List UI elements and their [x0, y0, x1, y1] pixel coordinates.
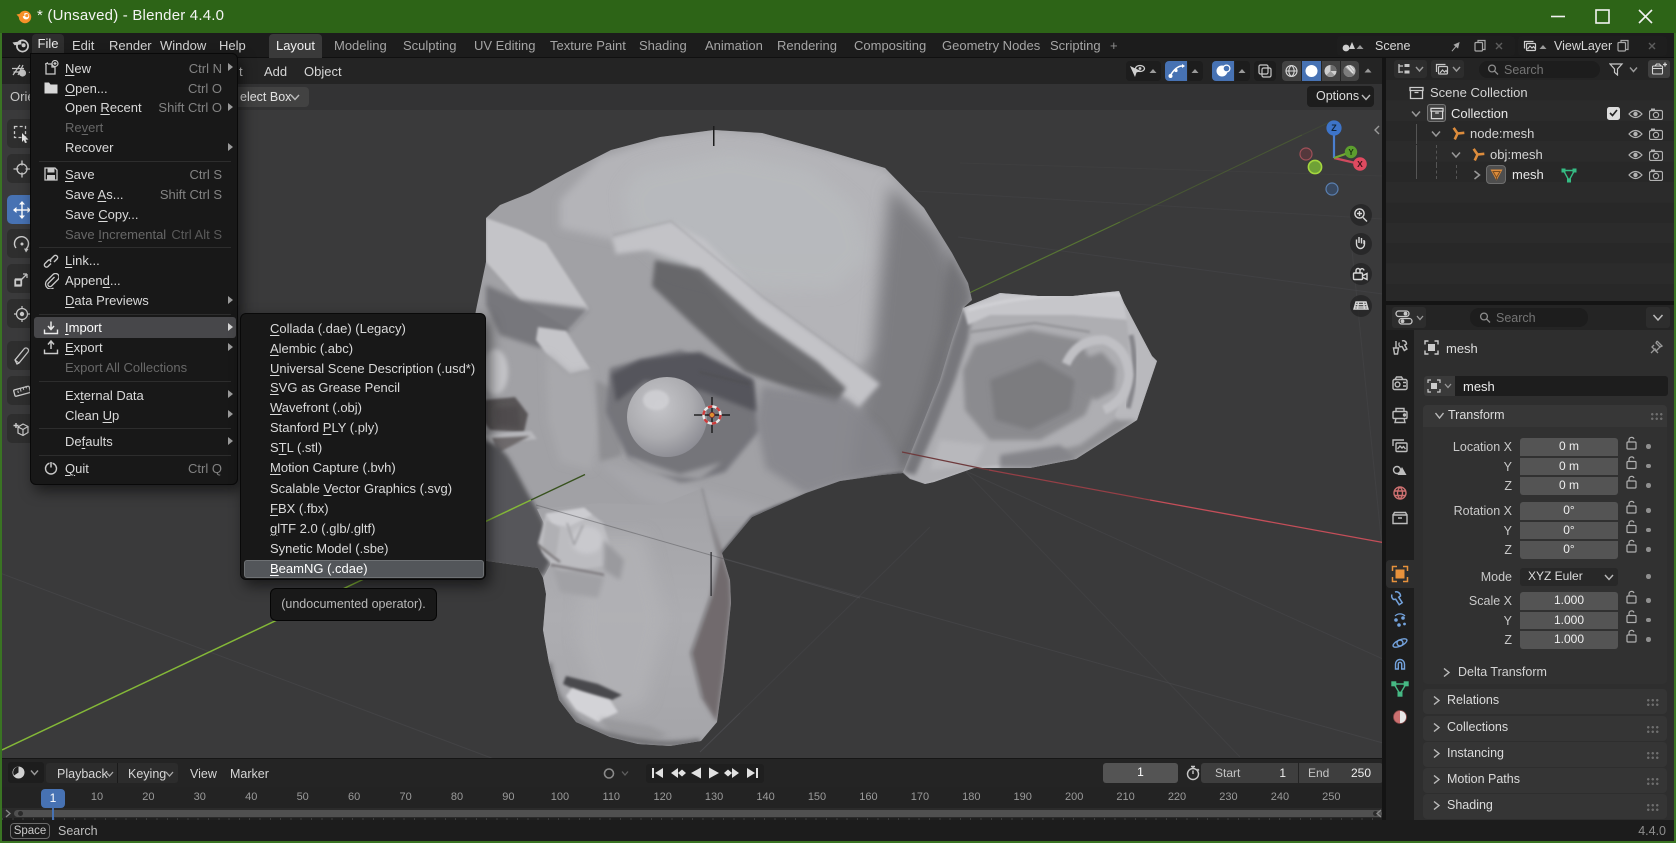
svg-text:Z: Z	[1331, 123, 1337, 133]
svg-text:X: X	[1357, 159, 1363, 169]
svg-text:Y: Y	[1348, 148, 1354, 157]
